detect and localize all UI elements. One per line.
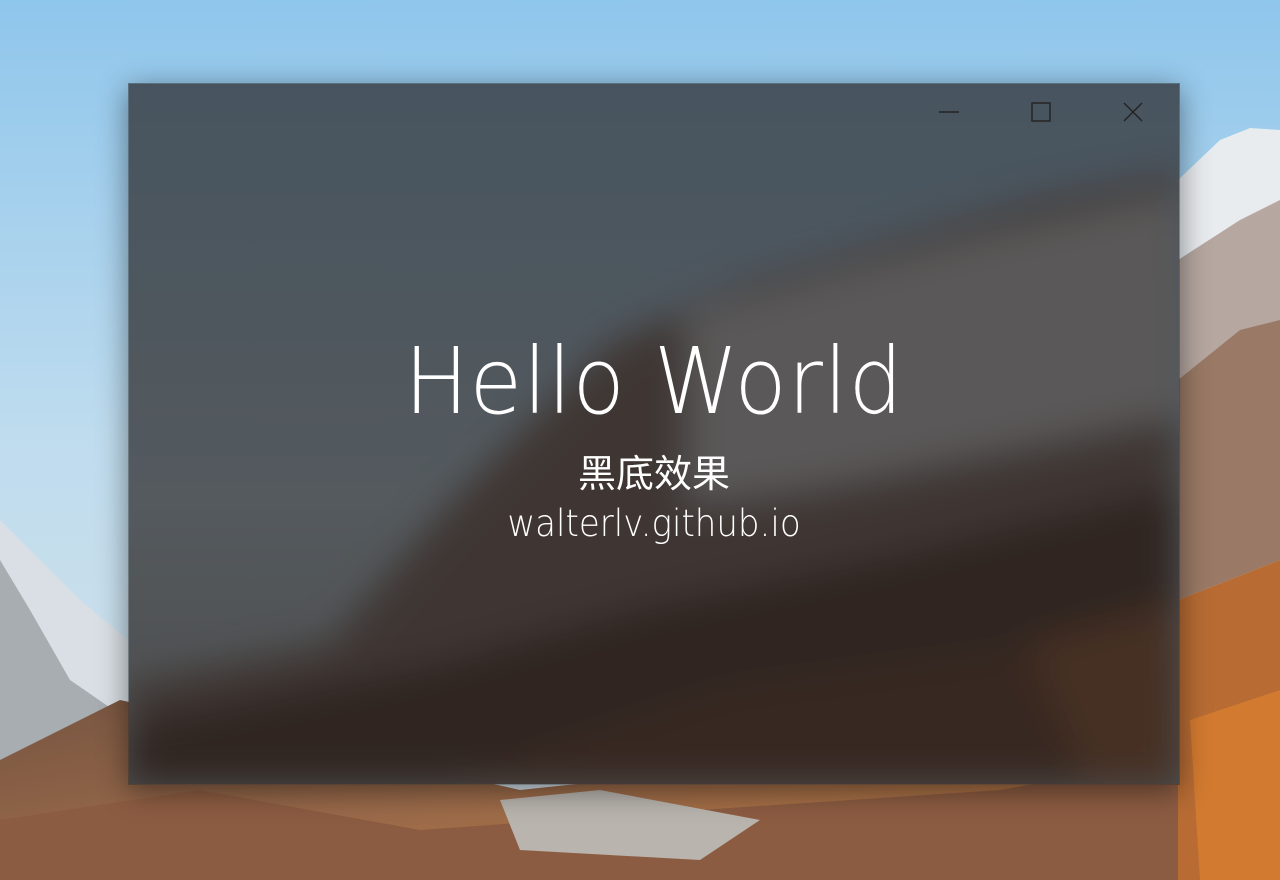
maximize-icon — [1030, 101, 1052, 123]
minimize-icon — [938, 101, 960, 123]
window-content: Hello World 黑底效果 walterlv.github.io — [129, 322, 1179, 548]
hello-world-heading: Hello World — [404, 328, 904, 435]
app-window: Hello World 黑底效果 walterlv.github.io — [128, 83, 1180, 785]
caption-buttons — [903, 84, 1179, 140]
url-text: walterlv.github.io — [507, 502, 801, 545]
maximize-button[interactable] — [995, 84, 1087, 140]
close-icon — [1122, 101, 1144, 123]
desktop: Hello World 黑底效果 walterlv.github.io — [0, 0, 1280, 880]
minimize-button[interactable] — [903, 84, 995, 140]
subtitle-text: 黑底效果 — [577, 452, 730, 496]
close-button[interactable] — [1087, 84, 1179, 140]
